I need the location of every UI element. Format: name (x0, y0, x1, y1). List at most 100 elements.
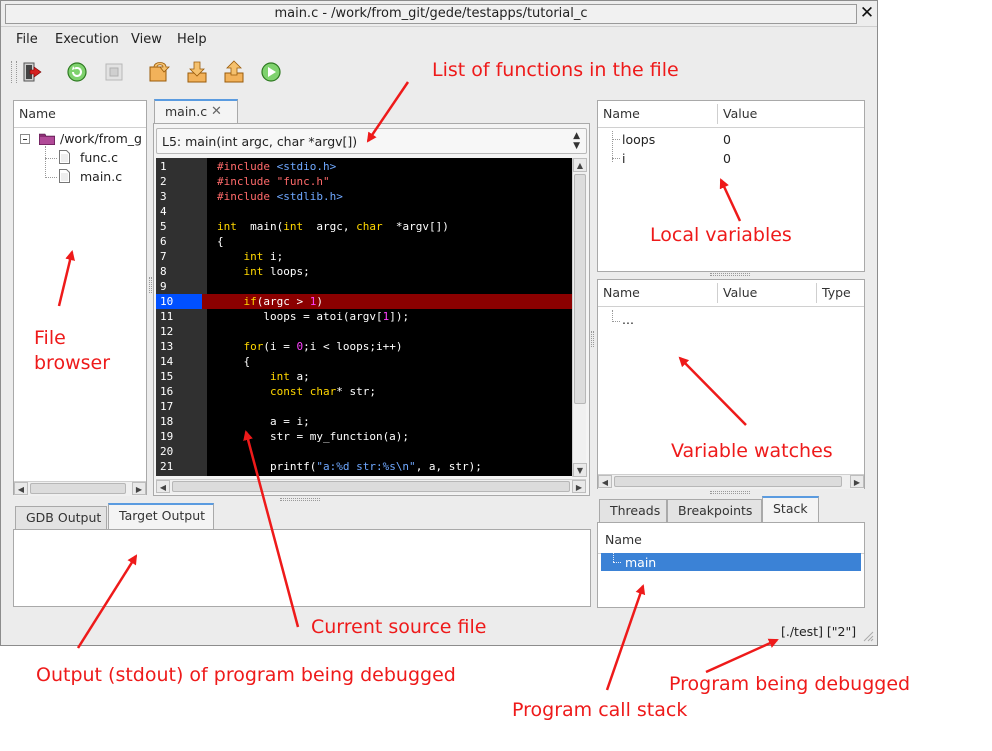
tree-file-main-c[interactable]: main.c (80, 169, 122, 184)
menu-execution[interactable]: Execution (55, 32, 119, 47)
horizontal-scrollbar[interactable]: ◀ ▶ (14, 481, 146, 496)
scroll-right-icon[interactable]: ▶ (850, 475, 864, 488)
function-selector[interactable]: L5: main(int argc, char *argv[]) ▲ ▼ (156, 128, 587, 154)
code-line[interactable]: 1 #include <stdio.h> (156, 159, 572, 174)
name-column-header[interactable]: Name (605, 532, 642, 547)
line-number[interactable]: 7 (160, 249, 167, 264)
scrollbar-thumb[interactable] (30, 483, 126, 494)
line-number[interactable]: 6 (160, 234, 167, 249)
splitter-handle[interactable] (710, 273, 750, 276)
step-over-icon[interactable] (146, 59, 172, 85)
stack-frame-row[interactable]: main (601, 553, 861, 571)
code-line[interactable]: 2 #include "func.h" (156, 174, 572, 189)
line-number[interactable]: 3 (160, 189, 167, 204)
scroll-left-icon[interactable]: ◀ (14, 482, 28, 495)
line-number[interactable]: 21 (160, 459, 173, 474)
line-number[interactable]: 20 (160, 444, 173, 459)
tab-main-c[interactable]: main.c ✕ (154, 99, 238, 123)
code-line[interactable]: 9 (156, 279, 572, 294)
code-line[interactable]: 11 loops = atoi(argv[1]); (156, 309, 572, 324)
scrollbar-thumb[interactable] (574, 174, 586, 404)
name-column-header[interactable]: Name (603, 106, 640, 121)
line-number[interactable]: 16 (160, 384, 173, 399)
code-line[interactable]: 15 int a; (156, 369, 572, 384)
line-number[interactable]: 11 (160, 309, 173, 324)
step-out-icon[interactable] (221, 59, 247, 85)
code-line[interactable]: 14 { (156, 354, 572, 369)
code-line[interactable]: 12 (156, 324, 572, 339)
line-number[interactable]: 8 (160, 264, 167, 279)
close-icon[interactable]: ✕ (859, 3, 875, 23)
line-number[interactable]: 1 (160, 159, 167, 174)
scroll-down-icon[interactable]: ▼ (573, 463, 587, 477)
tab-stack[interactable]: Stack (762, 496, 819, 523)
value-column-header[interactable]: Value (723, 106, 757, 121)
line-number[interactable]: 13 (160, 339, 173, 354)
local-var-name[interactable]: loops (622, 132, 655, 147)
tab-breakpoints[interactable]: Breakpoints (667, 499, 762, 523)
splitter-handle[interactable] (591, 331, 594, 347)
code-line[interactable]: 10 if(argc > 1) (156, 294, 572, 309)
line-number[interactable]: 5 (160, 219, 167, 234)
splitter-handle[interactable] (149, 277, 152, 293)
line-number[interactable]: 9 (160, 279, 167, 294)
scroll-left-icon[interactable]: ◀ (156, 480, 170, 493)
code-line[interactable]: 6{ (156, 234, 572, 249)
tab-target-output[interactable]: Target Output (108, 503, 214, 530)
local-var-name[interactable]: i (622, 151, 625, 166)
close-tab-icon[interactable]: ✕ (211, 101, 222, 123)
splitter-handle[interactable] (280, 498, 320, 501)
code-line[interactable]: 13 for(i = 0;i < loops;i++) (156, 339, 572, 354)
tree-root-folder[interactable]: /work/from_g (60, 131, 142, 146)
resize-grip-icon[interactable] (862, 630, 874, 642)
scroll-left-icon[interactable]: ◀ (598, 475, 612, 488)
watch-add-item[interactable]: ... (622, 312, 634, 327)
name-column-header[interactable]: Name (19, 106, 56, 121)
code-line[interactable]: 8 int loops; (156, 264, 572, 279)
line-number[interactable]: 19 (160, 429, 173, 444)
value-column-header[interactable]: Value (723, 285, 757, 300)
code-line[interactable]: 3 #include <stdlib.h> (156, 189, 572, 204)
line-number[interactable]: 15 (160, 369, 173, 384)
code-line[interactable]: 17 (156, 399, 572, 414)
scrollbar-thumb[interactable] (172, 481, 570, 492)
scroll-right-icon[interactable]: ▶ (572, 480, 586, 493)
step-into-icon[interactable] (184, 59, 210, 85)
menu-help[interactable]: Help (177, 32, 207, 47)
line-number[interactable]: 14 (160, 354, 173, 369)
restart-icon[interactable] (64, 59, 90, 85)
line-number[interactable]: 2 (160, 174, 167, 189)
code-line[interactable]: 18 a = i; (156, 414, 572, 429)
type-column-header[interactable]: Type (822, 285, 851, 300)
code-line[interactable]: 20 (156, 444, 572, 459)
code-line[interactable]: 5 int main(int argc, char *argv[]) (156, 219, 572, 234)
code-line[interactable]: 4 (156, 204, 572, 219)
stop-icon[interactable] (101, 59, 127, 85)
splitter-handle[interactable] (710, 491, 750, 494)
horizontal-scrollbar[interactable]: ◀ ▶ (156, 479, 586, 494)
scroll-up-icon[interactable]: ▲ (573, 158, 587, 172)
line-number[interactable]: 12 (160, 324, 173, 339)
tree-file-func-c[interactable]: func.c (80, 150, 118, 165)
collapse-toggle-icon[interactable] (20, 134, 30, 144)
code-line[interactable]: 16 const char* str; (156, 384, 572, 399)
code-line[interactable]: 21 printf("a:%d str:%s\n", a, str); (156, 459, 572, 474)
output-panel[interactable] (13, 529, 591, 607)
exit-icon[interactable] (19, 59, 45, 85)
code-line[interactable]: 19 str = my_function(a); (156, 429, 572, 444)
line-number[interactable]: 4 (160, 204, 167, 219)
continue-icon[interactable] (258, 59, 284, 85)
line-number[interactable]: 18 (160, 414, 173, 429)
horizontal-scrollbar[interactable]: ◀ ▶ (598, 474, 864, 489)
scroll-right-icon[interactable]: ▶ (132, 482, 146, 495)
line-number[interactable]: 17 (160, 399, 173, 414)
tab-threads[interactable]: Threads (599, 499, 667, 523)
menu-file[interactable]: File (16, 32, 38, 47)
name-column-header[interactable]: Name (603, 285, 640, 300)
vertical-scrollbar[interactable]: ▲ ▼ (572, 158, 587, 477)
menu-view[interactable]: View (131, 32, 162, 47)
source-code-view[interactable]: 1 #include <stdio.h> 2 #include "func.h" 3 #i… (156, 158, 572, 476)
code-line[interactable]: 7 int i; (156, 249, 572, 264)
line-number[interactable]: 10 (156, 294, 202, 309)
tab-gdb-output[interactable]: GDB Output (15, 506, 107, 530)
